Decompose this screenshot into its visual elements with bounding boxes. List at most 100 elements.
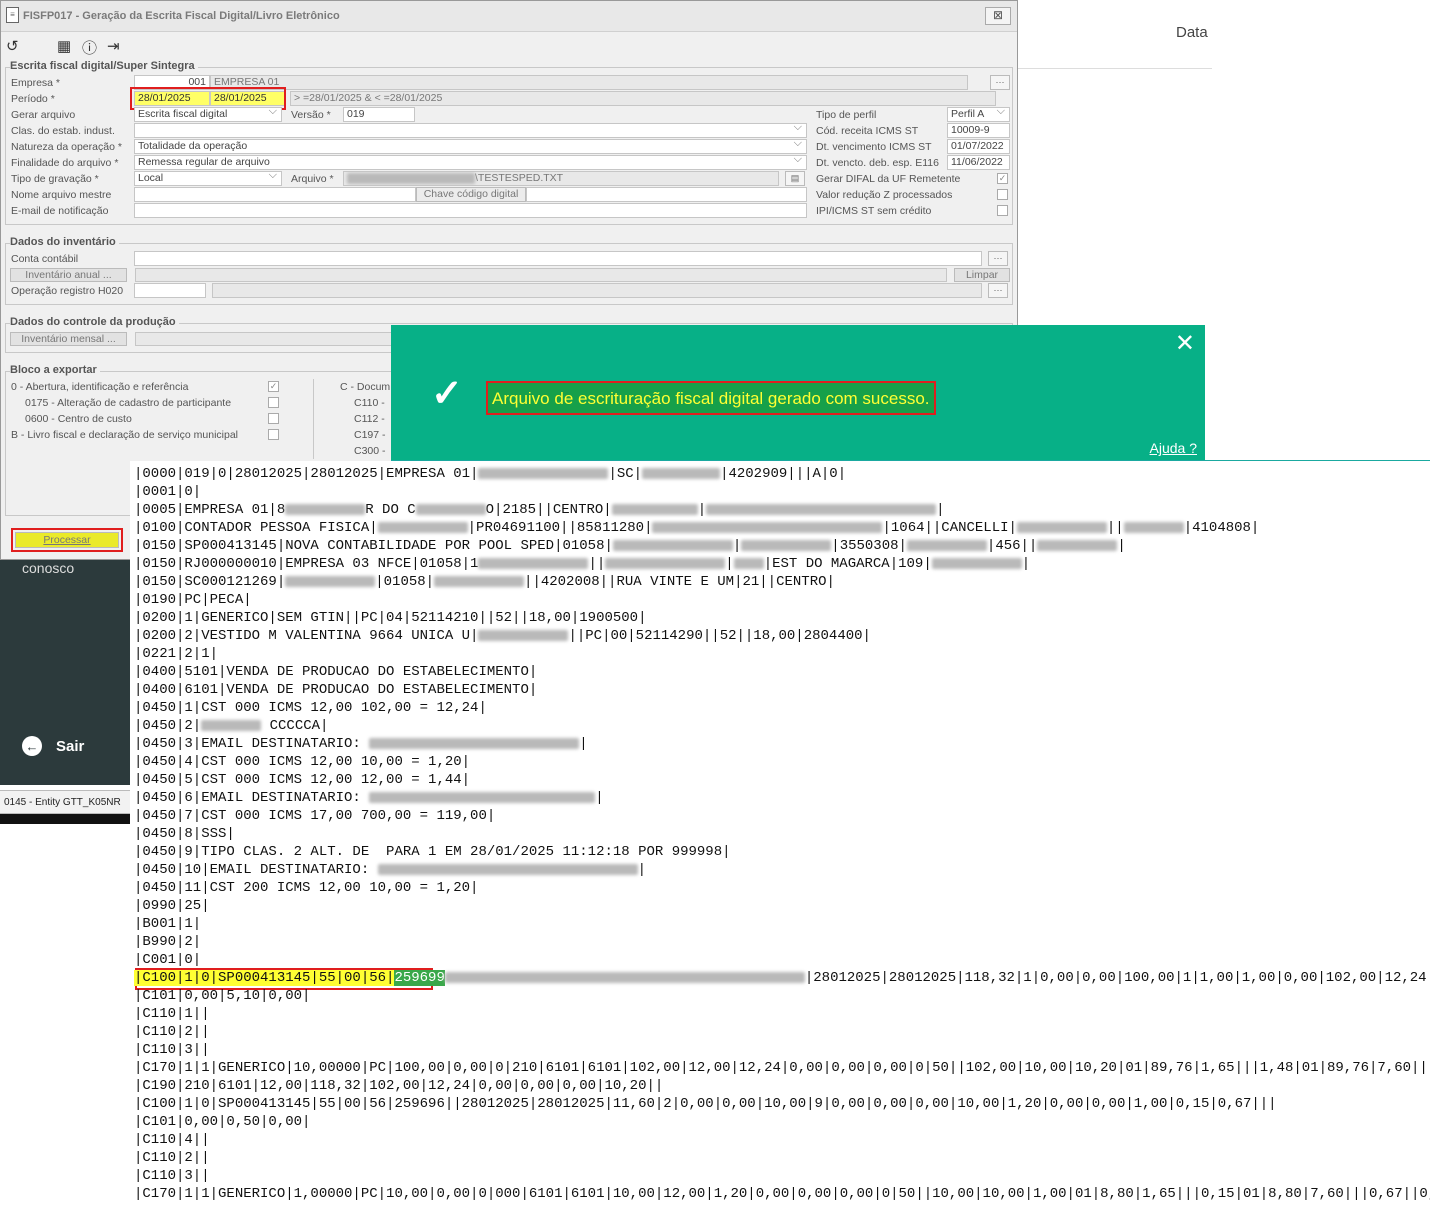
line-text: | <box>697 502 707 518</box>
valor-reducao-checkbox[interactable] <box>997 189 1008 200</box>
operacao-h020-label: Operação registro H020 <box>11 285 124 297</box>
bloco-title: Bloco a exportar <box>10 364 100 376</box>
line-text: |0450|2| <box>134 718 202 734</box>
versao-label: Versão * <box>291 109 331 121</box>
dt-vencimento-field[interactable]: 01/07/2022 <box>947 139 1010 154</box>
clas-estab-label: Clas. do estab. indust. <box>11 125 115 137</box>
chave-codigo-field[interactable] <box>526 187 807 202</box>
help-link[interactable]: Ajuda ? <box>1150 440 1197 456</box>
file-line: |0100|CONTADOR PESSOA FISICA| |PR04691100… <box>134 519 1259 537</box>
file-line: |0450|5|CST 000 ICMS 12,00 12,00 = 1,44| <box>134 771 470 789</box>
file-line: |C170|1|1|GENERICO|10,00000|PC|100,00|0,… <box>134 1059 1430 1077</box>
ipi-icms-checkbox[interactable] <box>997 205 1008 216</box>
line-text: |0450|9|TIPO CLAS. 2 ALT. DE PARA 1 EM 2… <box>134 844 731 860</box>
conta-search-button[interactable]: ⋯ <box>988 251 1008 266</box>
line-text: R DO C <box>365 502 416 518</box>
chave-codigo-button[interactable]: Chave código digital <box>416 187 526 202</box>
tipo-perfil-select[interactable]: Perfil A <box>947 107 1010 122</box>
gerar-difal-label: Gerar DIFAL da UF Remetente <box>816 173 961 185</box>
inventario-mensal-button[interactable]: Inventário mensal ... <box>10 332 127 346</box>
line-text: |28012025|28012025|118,32|1|0,00|0,00|10… <box>804 970 1430 986</box>
gerar-difal-checkbox[interactable]: ✓ <box>997 173 1008 184</box>
file-line: |0450|6|EMAIL DESTINATARIO: | <box>134 789 604 807</box>
file-line: |0450|4|CST 000 ICMS 12,00 10,00 = 1,20| <box>134 753 470 771</box>
natureza-select[interactable]: Totalidade da operação <box>134 139 807 154</box>
file-line: |0200|1|GENERICO|SEM GTIN||PC|04|5211421… <box>134 609 646 627</box>
line-text: |C110|1|| <box>134 1006 210 1022</box>
line-text: |0450|6|EMAIL DESTINATARIO: <box>134 790 370 806</box>
redacted-text <box>1037 539 1118 551</box>
redacted-text <box>377 863 638 875</box>
file-line: |0450|2| CCCCCA| <box>134 717 328 735</box>
sped-file-viewer: |0000|019|0|28012025|28012025|EMPRESA 01… <box>130 461 1430 1212</box>
operacao-h020-desc <box>212 283 982 298</box>
file-line: |0200|2|VESTIDO M VALENTINA 9664 UNICA U… <box>134 627 871 645</box>
cod-receita-label: Cód. receita ICMS ST <box>816 125 919 137</box>
bottom-bar <box>0 814 130 824</box>
operacao-search-button[interactable]: ⋯ <box>988 283 1008 298</box>
nome-mestre-label: Nome arquivo mestre <box>11 189 112 201</box>
line-text: |1064||CANCELLI| <box>882 520 1017 536</box>
refresh-icon[interactable]: ↺ <box>6 37 19 55</box>
conta-contabil-field[interactable] <box>134 251 982 266</box>
nome-mestre-field[interactable] <box>134 187 416 202</box>
producao-title: Dados do controle da produção <box>10 316 179 328</box>
file-line: |C100|1|0|SP000413145|55|00|56|259699 |28… <box>134 969 1430 987</box>
redacted-text <box>652 521 883 533</box>
window-title: FISFP017 - Geração da Escrita Fiscal Dig… <box>23 10 340 22</box>
line-text: |C170|1|1|GENERICO|10,00000|PC|100,00|0,… <box>134 1060 1430 1076</box>
bloco-0175-checkbox[interactable] <box>268 397 279 408</box>
line-text: | <box>732 538 742 554</box>
line-text: CCCCCA| <box>261 718 329 734</box>
operacao-h020-field[interactable] <box>134 283 206 298</box>
highlighted-text: |C100|1|0|SP000413145|55|00|56| <box>134 970 395 986</box>
line-text: |0450|10|EMAIL DESTINATARIO: <box>134 862 378 878</box>
sair-button[interactable]: ← Sair <box>22 736 84 756</box>
file-line: |0400|5101|VENDA DE PRODUCAO DO ESTABELE… <box>134 663 537 681</box>
close-icon[interactable]: ✕ <box>1175 329 1195 358</box>
bloco-0600-checkbox[interactable] <box>268 413 279 424</box>
empresa-search-button[interactable]: ⋯ <box>990 75 1010 90</box>
redacted-text <box>612 539 733 551</box>
empresa-label: Empresa * <box>11 77 61 89</box>
exit-icon[interactable]: ⇥ <box>107 37 120 55</box>
bloco-item-b: B - Livro fiscal e declaração de serviço… <box>11 429 239 441</box>
tipo-gravacao-select[interactable]: Local <box>134 171 282 186</box>
file-line: |0001|0| <box>134 483 201 501</box>
line-text: ||4202008||RUA VINTE E UM|21||CENTRO| <box>524 574 835 590</box>
file-line: |0150|RJ000000010|EMPRESA 03 NFCE|01058|… <box>134 555 1030 573</box>
finalidade-select[interactable]: Remessa regular de arquivo <box>134 155 807 170</box>
bloco-item-0600: 0600 - Centro de custo <box>25 413 132 425</box>
line-text: | <box>637 862 647 878</box>
finalidade-label: Finalidade do arquivo * <box>11 157 119 169</box>
clas-estab-select[interactable] <box>134 123 807 138</box>
help-icon[interactable]: ⓘ <box>82 37 97 58</box>
file-line: |C101|0,00|5,10|0,00| <box>134 987 310 1005</box>
file-line: |0000|019|0|28012025|28012025|EMPRESA 01… <box>134 465 846 483</box>
cod-receita-field[interactable]: 10009-9 <box>947 123 1010 138</box>
line-text: |4104808| <box>1183 520 1260 536</box>
line-text: |0400|6101|VENDA DE PRODUCAO DO ESTABELE… <box>134 682 538 698</box>
arquivo-field[interactable]: \TESTESPED.TXT <box>343 171 779 186</box>
dt-vencto-deb-field[interactable]: 11/06/2022 <box>947 155 1010 170</box>
limpar-button[interactable]: Limpar <box>954 268 1010 282</box>
bloco-b-checkbox[interactable] <box>268 429 279 440</box>
highlighted-number: 259699 <box>394 970 445 986</box>
line-text: | <box>595 790 604 806</box>
line-text: |0190|PC|PECA| <box>134 592 252 608</box>
calendar-icon[interactable]: ▦ <box>57 37 71 55</box>
file-line: |0450|9|TIPO CLAS. 2 ALT. DE PARA 1 EM 2… <box>134 843 731 861</box>
line-text: |0200|2|VESTIDO M VALENTINA 9664 UNICA U… <box>134 628 479 644</box>
arquivo-browse-button[interactable]: ▤ <box>785 171 805 186</box>
check-icon: ✓ <box>431 373 463 415</box>
versao-field[interactable]: 019 <box>343 107 415 122</box>
line-text: || <box>588 556 606 572</box>
inventario-anual-button[interactable]: Inventário anual ... <box>10 268 127 282</box>
email-field[interactable] <box>134 203 807 218</box>
bloco-c110: C110 - <box>354 397 385 409</box>
bloco-0-checkbox[interactable]: ✓ <box>268 381 279 392</box>
close-window-button[interactable]: ⊠ <box>985 7 1011 25</box>
line-text: |C110|3|| <box>134 1168 210 1184</box>
gerar-arquivo-select[interactable]: Escrita fiscal digital <box>134 107 282 122</box>
inventario-anual-field <box>135 268 947 282</box>
